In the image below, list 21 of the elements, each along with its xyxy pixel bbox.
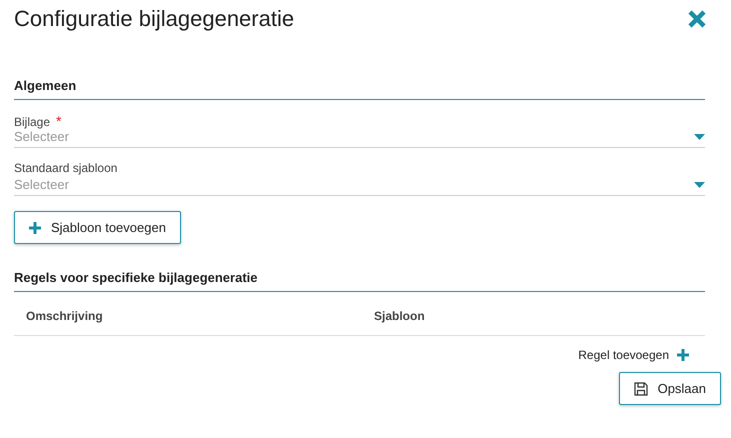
select-field[interactable]: Bijlage * Selecteer	[14, 113, 705, 148]
select-field[interactable]: Standaard sjabloon Selecteer	[14, 161, 705, 196]
add-template-button[interactable]: Sjabloon toevoegen	[14, 211, 181, 244]
column-header: Omschrijving	[26, 309, 104, 323]
caret-icon	[694, 182, 705, 188]
required-mark: *	[56, 113, 62, 129]
section-heading: Algemeen	[14, 78, 705, 100]
caret-icon	[694, 134, 705, 140]
plus-icon	[677, 349, 689, 361]
field-label: Standaard sjabloon	[14, 161, 118, 175]
field-label: Bijlage	[14, 115, 50, 129]
placeholder-text: Selecteer	[14, 177, 69, 192]
close-button[interactable]	[687, 9, 707, 29]
save-icon	[634, 382, 648, 396]
plus-icon	[29, 222, 41, 234]
add-rule-link[interactable]: Regel toevoegen	[578, 348, 689, 362]
placeholder-text: Selecteer	[14, 129, 69, 144]
section-heading: Regels voor specifieke bijlagegeneratie	[14, 270, 705, 292]
dialog-title: Configuratie bijlagegeneratie	[14, 6, 294, 32]
save-button[interactable]: Opslaan	[618, 372, 721, 405]
column-header: Sjabloon	[374, 309, 426, 323]
